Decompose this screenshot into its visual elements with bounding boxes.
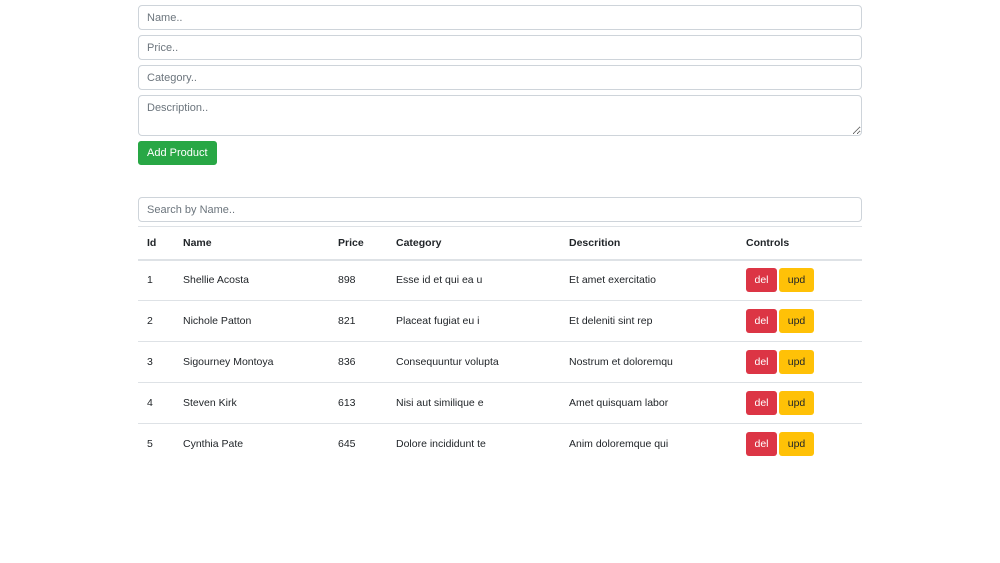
cell-id: 4 [138, 382, 174, 424]
price-input[interactable] [138, 35, 862, 60]
header-id: Id [138, 226, 174, 261]
cell-price: 613 [329, 382, 387, 424]
update-button[interactable]: upd [779, 391, 814, 415]
header-category: Category [387, 226, 560, 261]
header-name: Name [174, 226, 329, 261]
delete-button[interactable]: del [746, 309, 777, 333]
delete-button[interactable]: del [746, 268, 777, 293]
cell-category: Esse id et qui ea u [396, 274, 483, 287]
cell-description: Anim doloremque qui [560, 423, 737, 465]
cell-controls: del upd [737, 260, 862, 301]
table-row: 1 Shellie Acosta 898 Esse id et qui ea u… [138, 260, 862, 301]
delete-button[interactable]: del [746, 350, 777, 374]
cell-category: Consequuntur volupta [387, 341, 560, 383]
update-button[interactable]: upd [779, 268, 814, 293]
cell-name: Sigourney Montoya [174, 341, 329, 383]
cell-price: 645 [329, 423, 387, 465]
cell-category: Dolore incididunt te [387, 423, 560, 465]
cell-name: Steven Kirk [174, 382, 329, 424]
cell-name: Cynthia Pate [174, 423, 329, 465]
table-header-row: Id Name Price Category Descrition Contro… [138, 226, 862, 261]
cell-id: 5 [138, 423, 174, 465]
cell-name: Nichole Patton [174, 300, 329, 342]
table-row: 4 Steven Kirk 613 Nisi aut similique e A… [138, 382, 862, 424]
cell-id: 2 [138, 300, 174, 342]
delete-button[interactable]: del [746, 391, 777, 415]
cell-controls: del upd [737, 382, 862, 424]
cell-controls: del upd [737, 341, 862, 383]
cell-controls: del upd [737, 423, 862, 465]
table-row: 5 Cynthia Pate 645 Dolore incididunt te … [138, 423, 862, 465]
cell-price: 898 [338, 274, 356, 287]
delete-button[interactable]: del [746, 432, 777, 457]
cell-category: Nisi aut similique e [387, 382, 560, 424]
cell-description: Et amet exercitatio [569, 274, 656, 287]
cell-id: 3 [138, 341, 174, 383]
cell-description: Amet quisquam labor [560, 382, 737, 424]
cell-price: 821 [329, 300, 387, 342]
cell-category: Placeat fugiat eu i [387, 300, 560, 342]
header-description: Descrition [560, 226, 737, 261]
header-controls: Controls [737, 226, 862, 261]
cell-description: Et deleniti sint rep [560, 300, 737, 342]
update-button[interactable]: upd [779, 432, 814, 457]
add-product-button[interactable]: Add Product [138, 141, 217, 165]
description-textarea[interactable] [138, 95, 862, 136]
products-table: Id Name Price Category Descrition Contro… [138, 226, 862, 465]
search-input[interactable] [138, 197, 862, 222]
cell-controls: del upd [737, 300, 862, 342]
table-row: 3 Sigourney Montoya 836 Consequuntur vol… [138, 341, 862, 383]
name-input[interactable] [138, 5, 862, 30]
cell-description: Nostrum et doloremqu [560, 341, 737, 383]
update-button[interactable]: upd [779, 350, 814, 374]
header-price: Price [329, 226, 387, 261]
cell-price: 836 [329, 341, 387, 383]
cell-id: 1 [147, 274, 153, 287]
cell-name: Shellie Acosta [183, 274, 249, 287]
update-button[interactable]: upd [779, 309, 814, 333]
category-input[interactable] [138, 65, 862, 90]
table-row: 2 Nichole Patton 821 Placeat fugiat eu i… [138, 300, 862, 342]
